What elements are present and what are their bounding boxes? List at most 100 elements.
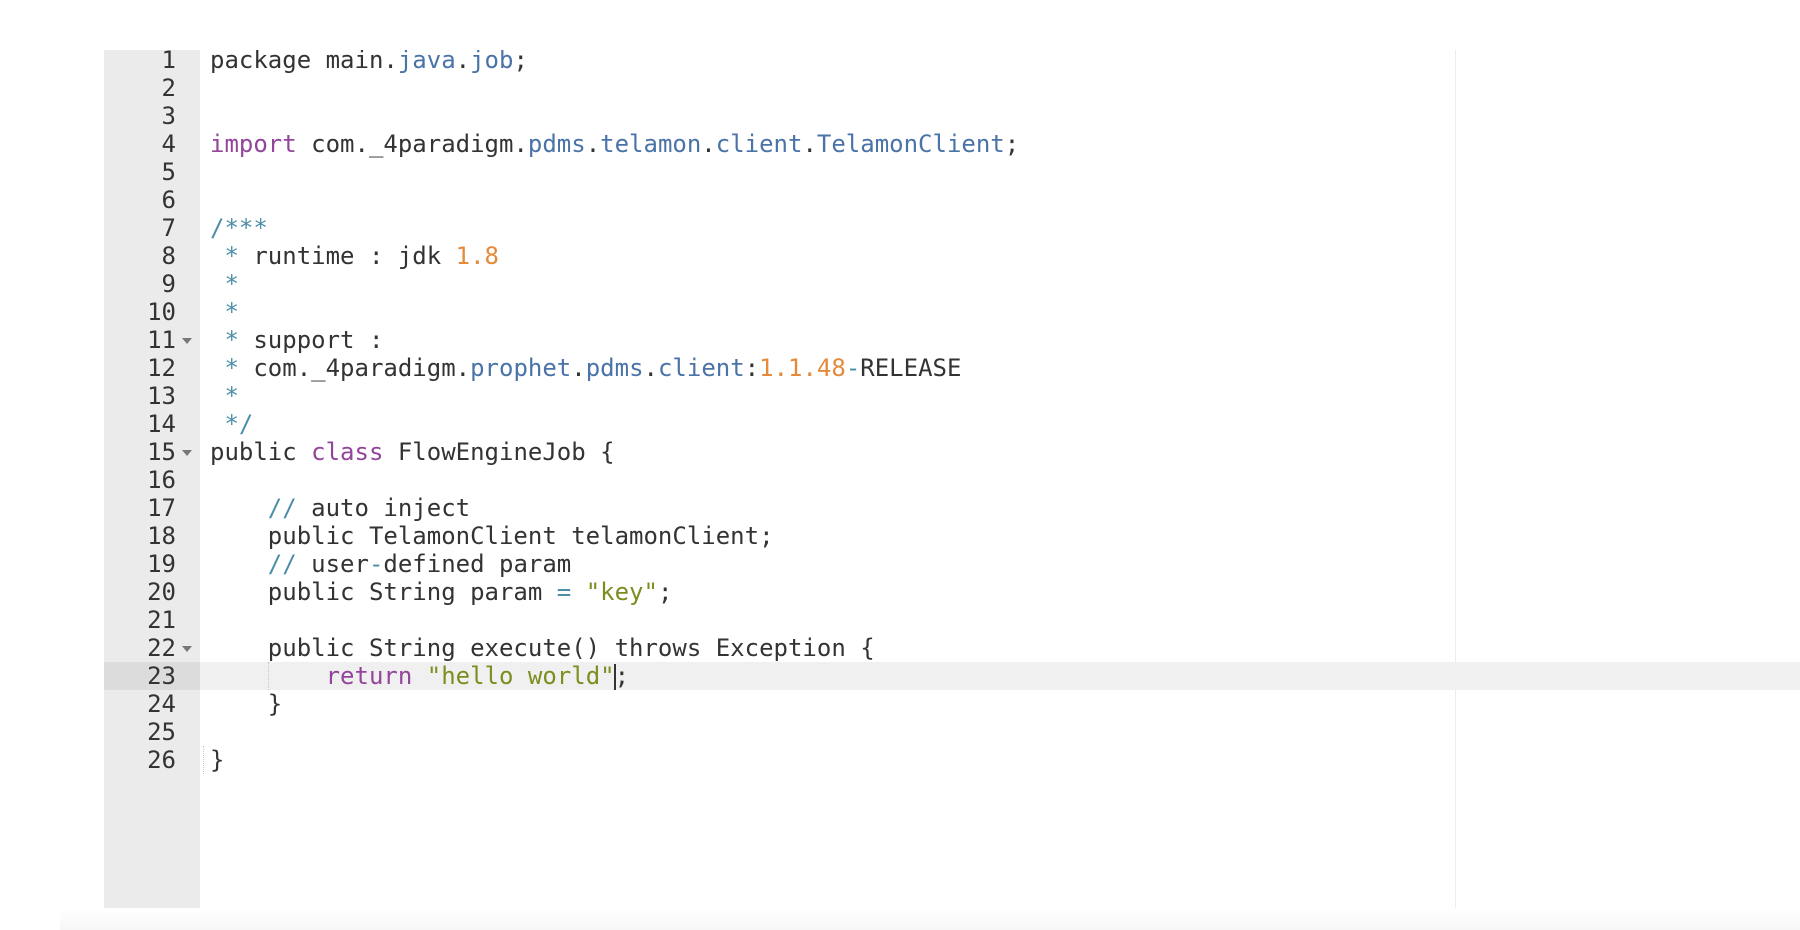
gutter-line-3[interactable]: 3	[104, 102, 200, 130]
code-line-19[interactable]: // user-defined param	[200, 550, 1800, 578]
code-token: .	[701, 130, 716, 158]
code-token: ;	[614, 662, 630, 690]
fold-toggle-icon[interactable]	[182, 338, 192, 344]
gutter-line-15[interactable]: 15	[104, 438, 200, 466]
code-token: *	[210, 382, 239, 410]
line-number-gutter[interactable]: 1 2 3 4 5 6 7 8 9 10 11 12 13 14 15 16 17 18 19 20 21 22 23 24 2…	[104, 50, 200, 930]
line-number: 6	[161, 186, 176, 214]
line-number: 14	[147, 410, 176, 438]
line-number: 15	[147, 438, 176, 466]
fold-toggle-icon[interactable]	[182, 450, 192, 456]
code-token: /***	[210, 214, 268, 242]
indent-guide	[203, 746, 205, 774]
code-token: "hello world"	[426, 662, 615, 690]
code-token: client	[657, 354, 745, 382]
code-line-10[interactable]: *	[200, 298, 1800, 326]
code-token: *	[210, 298, 239, 326]
gutter-line-1[interactable]: 1	[104, 50, 200, 74]
code-line-1[interactable]: package main.java.job;	[200, 50, 1800, 74]
line-number: 21	[147, 606, 176, 634]
code-token: java	[397, 50, 456, 74]
gutter-line-7[interactable]: 7	[104, 214, 200, 242]
code-token: ;	[657, 578, 673, 606]
gutter-line-17[interactable]: 17	[104, 494, 200, 522]
line-number: 7	[161, 214, 176, 242]
code-line-21[interactable]	[200, 606, 1800, 634]
indent-guide	[267, 662, 270, 690]
code-line-4[interactable]: import com._4paradigm.pdms.telamon.clien…	[200, 130, 1800, 158]
gutter-line-6[interactable]: 6	[104, 186, 200, 214]
code-token: //	[267, 494, 312, 522]
gutter-line-22[interactable]: 22	[104, 634, 200, 662]
gutter-line-14[interactable]: 14	[104, 410, 200, 438]
code-line-25[interactable]	[200, 718, 1800, 746]
code-line-15[interactable]: public class FlowEngineJob {	[200, 438, 1800, 466]
code-line-23[interactable]: return "hello world";	[200, 662, 1800, 690]
code-line-17[interactable]: // auto inject	[200, 494, 1800, 522]
code-line-7[interactable]: /***	[200, 214, 1800, 242]
gutter-line-24[interactable]: 24	[104, 690, 200, 718]
code-line-16[interactable]	[200, 466, 1800, 494]
gutter-line-25[interactable]: 25	[104, 718, 200, 746]
gutter-line-23[interactable]: 23	[104, 662, 200, 690]
code-editor[interactable]: 1 2 3 4 5 6 7 8 9 10 11 12 13 14 15 16 17 18 19 20 21 22 23 24 2…	[104, 50, 1800, 930]
gutter-line-2[interactable]: 2	[104, 74, 200, 102]
code-line-9[interactable]: *	[200, 270, 1800, 298]
code-line-14[interactable]: */	[200, 410, 1800, 438]
code-token: */	[210, 410, 254, 438]
line-number: 25	[147, 718, 176, 746]
line-number: 23	[147, 662, 176, 690]
code-line-26[interactable]: }	[200, 746, 1800, 774]
code-content[interactable]: package main.java.job; import com._4parad…	[200, 50, 1800, 930]
gutter-line-12[interactable]: 12	[104, 354, 200, 382]
gutter-line-8[interactable]: 8	[104, 242, 200, 270]
code-token: .	[455, 50, 471, 74]
line-number: 5	[161, 158, 176, 186]
code-token: runtime : jdk	[253, 242, 456, 270]
code-line-24[interactable]: }	[200, 690, 1800, 718]
code-token: *	[210, 326, 254, 354]
code-token: }	[210, 690, 283, 718]
line-number: 16	[147, 466, 176, 494]
code-token: com._4paradigm.	[253, 354, 471, 382]
gutter-line-13[interactable]: 13	[104, 382, 200, 410]
gutter-line-26[interactable]: 26	[104, 746, 200, 774]
gutter-line-18[interactable]: 18	[104, 522, 200, 550]
code-line-5[interactable]	[200, 158, 1800, 186]
code-token: pdms	[585, 354, 644, 382]
line-number: 10	[147, 298, 176, 326]
line-number: 2	[161, 74, 176, 102]
gutter-line-11[interactable]: 11	[104, 326, 200, 354]
code-line-8[interactable]: * runtime : jdk 1.8	[200, 242, 1800, 270]
code-token: return	[325, 662, 413, 690]
line-number: 3	[161, 102, 176, 130]
line-number: 17	[147, 494, 176, 522]
fold-toggle-icon[interactable]	[182, 646, 192, 652]
code-line-20[interactable]: public String param = "key";	[200, 578, 1800, 606]
code-token: user	[311, 550, 369, 578]
code-line-11[interactable]: * support :	[200, 326, 1800, 354]
gutter-line-4[interactable]: 4	[104, 130, 200, 158]
gutter-line-5[interactable]: 5	[104, 158, 200, 186]
gutter-line-21[interactable]: 21	[104, 606, 200, 634]
code-line-22[interactable]: public String execute() throws Exception…	[200, 634, 1800, 662]
code-line-3[interactable]	[200, 102, 1800, 130]
gutter-line-10[interactable]: 10	[104, 298, 200, 326]
code-token: telamon	[600, 130, 702, 158]
code-token: ;	[513, 50, 528, 74]
code-line-13[interactable]: *	[200, 382, 1800, 410]
code-line-18[interactable]: public TelamonClient telamonClient;	[200, 522, 1800, 550]
code-token: public TelamonClient telamonClient;	[210, 522, 774, 550]
gutter-line-20[interactable]: 20	[104, 578, 200, 606]
code-token: .	[802, 130, 817, 158]
gutter-line-16[interactable]: 16	[104, 466, 200, 494]
code-line-12[interactable]: * com._4paradigm.prophet.pdms.client:1.1…	[200, 354, 1800, 382]
line-number: 9	[161, 270, 176, 298]
code-token: -	[368, 550, 384, 578]
gutter-line-19[interactable]: 19	[104, 550, 200, 578]
gutter-line-9[interactable]: 9	[104, 270, 200, 298]
code-line-2[interactable]	[200, 74, 1800, 102]
code-line-6[interactable]	[200, 186, 1800, 214]
